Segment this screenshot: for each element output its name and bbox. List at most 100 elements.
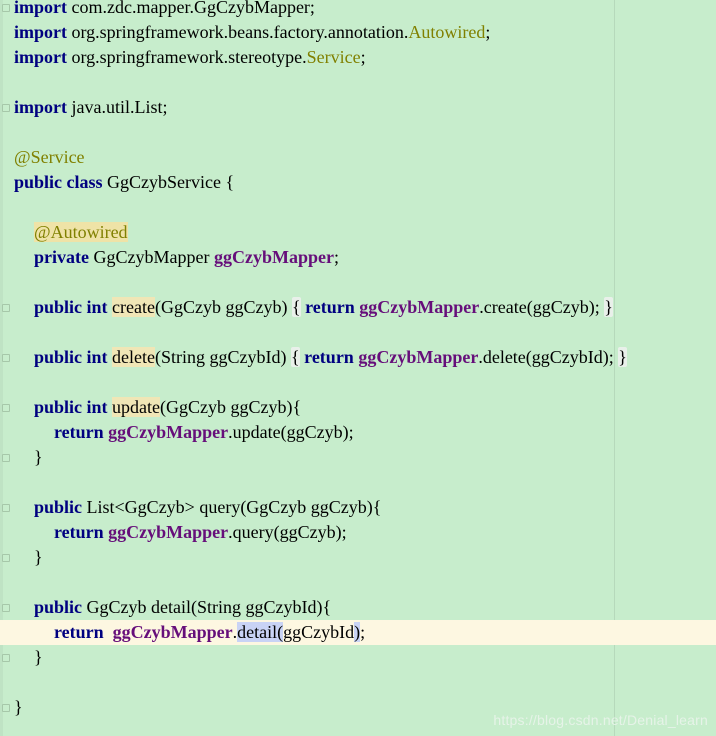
fold-marker-icon[interactable] [2, 654, 10, 662]
code-line-m-query-end[interactable]: } [0, 545, 716, 570]
code-token: ggCzybMapper [108, 522, 229, 542]
code-editor[interactable]: import com.zdc.mapper.GgCzybMapper; impor… [0, 0, 716, 736]
code-token: { [291, 297, 301, 317]
code-token: int [86, 397, 108, 417]
fold-marker-icon[interactable] [2, 304, 10, 312]
code-token: public [34, 397, 83, 417]
code-token: ggCzybMapper [213, 247, 334, 267]
code-line-field-decl[interactable]: private GgCzybMapper ggCzybMapper; [0, 245, 716, 270]
code-text: public int update(GgCzyb ggCzyb){ [14, 395, 301, 420]
code-token: private [34, 247, 89, 267]
code-text: } [14, 445, 43, 470]
code-line-ann-service[interactable]: @Service [0, 145, 716, 170]
code-line-blank1[interactable] [0, 70, 716, 95]
code-line-blank3[interactable] [0, 195, 716, 220]
code-line-m-create[interactable]: public int create(GgCzyb ggCzyb) { retur… [0, 295, 716, 320]
code-line-blank6[interactable] [0, 370, 716, 395]
code-line-m-update-end[interactable]: } [0, 445, 716, 470]
fold-marker-icon[interactable] [2, 554, 10, 562]
fold-marker-icon[interactable] [2, 404, 10, 412]
code-line-m-query[interactable]: public List<GgCzyb> query(GgCzyb ggCzyb)… [0, 495, 716, 520]
code-line-ann-autowired[interactable]: @Autowired [0, 220, 716, 245]
code-line-blank8[interactable] [0, 570, 716, 595]
code-token: ggCzybMapper [359, 297, 480, 317]
code-text: return ggCzybMapper.detail(ggCzybId); [14, 620, 365, 645]
code-token: return [54, 622, 104, 642]
fold-marker-icon[interactable] [2, 104, 10, 112]
code-token: import [14, 97, 67, 117]
code-token: (String ggCzybId) [155, 347, 292, 367]
code-line-blank5[interactable] [0, 320, 716, 345]
code-token: ; [333, 247, 339, 267]
code-line-m-detail-end[interactable]: } [0, 645, 716, 670]
fold-marker-icon[interactable] [2, 504, 10, 512]
code-token: GgCzyb detail(String ggCzybId){ [82, 597, 332, 617]
fold-marker-icon[interactable] [2, 704, 10, 712]
code-token: detail( [237, 622, 284, 642]
code-token: delete [112, 347, 156, 367]
code-token: (GgCzyb ggCzyb) [155, 297, 292, 317]
code-line-blank2[interactable] [0, 120, 716, 145]
code-token: @Autowired [34, 222, 128, 242]
code-line-m-update[interactable]: public int update(GgCzyb ggCzyb){ [0, 395, 716, 420]
fold-marker-icon[interactable] [2, 454, 10, 462]
code-token: import [14, 0, 67, 17]
code-token: Service [306, 47, 361, 67]
code-token: java.util.List; [67, 97, 168, 117]
code-line-imp4[interactable]: import java.util.List; [0, 95, 716, 120]
code-text: private GgCzybMapper ggCzybMapper; [14, 245, 339, 270]
code-token: } [34, 647, 43, 667]
code-token: import [14, 47, 67, 67]
fold-marker-icon[interactable] [2, 604, 10, 612]
code-line-m-detail-body[interactable]: return ggCzybMapper.detail(ggCzybId); [0, 620, 716, 645]
code-token: com.zdc.mapper.GgCzybMapper; [67, 0, 315, 17]
code-text: } [14, 695, 23, 720]
code-token: ggCzybId [283, 622, 355, 642]
code-text: import com.zdc.mapper.GgCzybMapper; [14, 0, 315, 20]
code-token: ; [360, 47, 366, 67]
code-token: } [34, 547, 43, 567]
code-token: int [86, 347, 108, 367]
code-token: return [54, 422, 104, 442]
code-line-blank4[interactable] [0, 270, 716, 295]
code-line-imp3[interactable]: import org.springframework.stereotype.Se… [0, 45, 716, 70]
watermark-text: https://blog.csdn.net/Denial_learn [493, 712, 708, 728]
code-token: int [86, 297, 108, 317]
code-token: .query(ggCzyb); [228, 522, 347, 542]
code-line-m-update-body[interactable]: return ggCzybMapper.update(ggCzyb); [0, 420, 716, 445]
fold-marker-icon[interactable] [2, 4, 10, 12]
code-token: List<GgCzyb> query(GgCzyb ggCzyb){ [82, 497, 382, 517]
code-token: } [604, 297, 613, 317]
code-text: public class GgCzybService { [14, 170, 234, 195]
code-token: GgCzybMapper [88, 247, 214, 267]
code-token: .delete(ggCzybId); [478, 347, 619, 367]
code-text: import org.springframework.stereotype.Se… [14, 45, 366, 70]
code-token: public [34, 497, 83, 517]
code-token: update [112, 397, 161, 417]
code-line-m-delete[interactable]: public int delete(String ggCzybId) { ret… [0, 345, 716, 370]
code-text: return ggCzybMapper.query(ggCzyb); [14, 520, 347, 545]
code-line-m-detail[interactable]: public GgCzyb detail(String ggCzybId){ [0, 595, 716, 620]
code-token: ; [485, 22, 491, 42]
code-token: Autowired [408, 22, 486, 42]
code-line-class-decl[interactable]: public class GgCzybService { [0, 170, 716, 195]
code-token: public [34, 347, 83, 367]
code-line-blank7[interactable] [0, 470, 716, 495]
code-token: } [34, 447, 43, 467]
code-token: public [14, 172, 63, 192]
code-token: class [66, 172, 103, 192]
code-line-imp1[interactable]: import com.zdc.mapper.GgCzybMapper; [0, 0, 716, 20]
code-token: return [304, 347, 354, 367]
code-token: .create(ggCzyb); [479, 297, 605, 317]
code-text: } [14, 545, 43, 570]
code-text: public List<GgCzyb> query(GgCzyb ggCzyb)… [14, 495, 381, 520]
code-line-blank9[interactable] [0, 670, 716, 695]
code-text: import java.util.List; [14, 95, 168, 120]
code-token: org.springframework.stereotype. [67, 47, 307, 67]
code-line-imp2[interactable]: import org.springframework.beans.factory… [0, 20, 716, 45]
code-token: import [14, 22, 67, 42]
fold-marker-icon[interactable] [2, 354, 10, 362]
code-line-m-query-body[interactable]: return ggCzybMapper.query(ggCzyb); [0, 520, 716, 545]
code-text: return ggCzybMapper.update(ggCzyb); [14, 420, 354, 445]
